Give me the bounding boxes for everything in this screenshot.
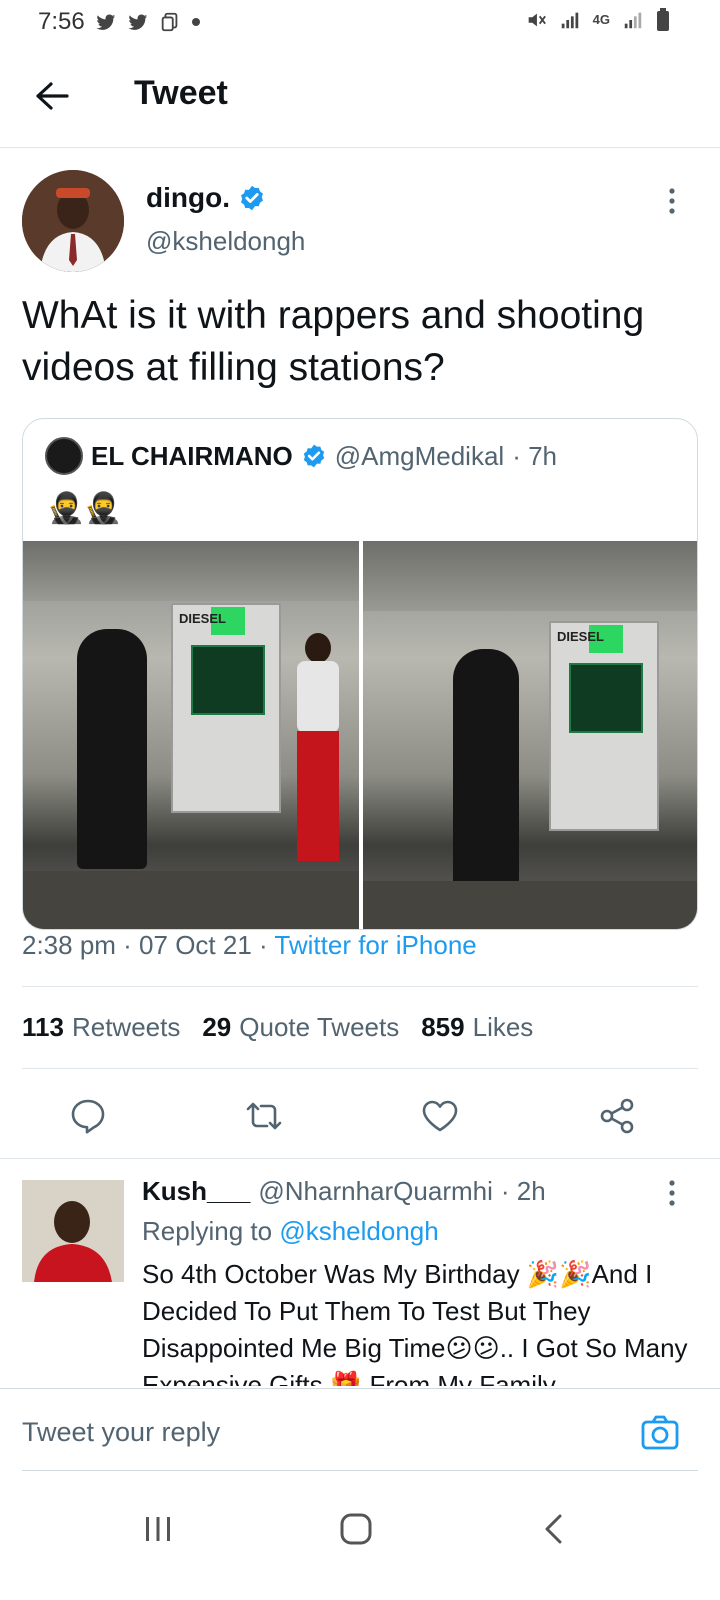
status-bar: 7:56 4G — [0, 0, 720, 44]
pump-label: DIESEL — [557, 629, 604, 644]
network-type: 4G — [592, 12, 610, 27]
reply-author-avatar[interactable] — [22, 1180, 124, 1282]
recents-icon — [146, 1517, 170, 1541]
avatar-portrait — [22, 170, 124, 272]
avatar-portrait — [22, 1180, 124, 1282]
author-avatar[interactable] — [22, 170, 124, 272]
author-name[interactable]: dingo. — [146, 182, 230, 214]
reply-input[interactable]: Tweet your reply — [22, 1417, 220, 1448]
camera-icon[interactable] — [640, 1413, 680, 1453]
replying-to-link[interactable]: @ksheldongh — [279, 1216, 438, 1246]
media-image-1[interactable]: DIESEL — [23, 541, 359, 929]
person-figure — [453, 649, 519, 911]
quoted-tweet-time: · 7h — [512, 440, 558, 471]
copy-notification-icon — [161, 12, 178, 32]
battery-icon — [657, 8, 669, 31]
tweet-stats: 113 Retweets 29 Quote Tweets 859 Likes — [22, 1012, 533, 1043]
quoted-author-handle: @AmgMedikal — [334, 440, 505, 471]
twitter-notification-icon — [128, 14, 147, 30]
pump-label: DIESEL — [179, 611, 226, 626]
tweet-actions — [0, 1088, 720, 1154]
page-title: Tweet — [134, 74, 228, 112]
status-time: 7:56 — [38, 8, 85, 35]
top-app-bar: Tweet — [0, 44, 720, 148]
person-figure — [293, 633, 343, 869]
home-icon — [340, 1513, 372, 1545]
reply-author-handle[interactable]: @NharnharQuarmhi — [258, 1176, 492, 1207]
person-figure — [77, 629, 147, 869]
like-icon[interactable] — [420, 1096, 460, 1136]
fuel-pump: DIESEL — [171, 603, 281, 813]
author-name-row[interactable]: dingo. — [146, 182, 266, 214]
system-nav-bar — [0, 1478, 720, 1600]
replying-to: Replying to @ksheldongh — [142, 1216, 439, 1247]
tweet-timestamp: 2:38 pm · 07 Oct 21 · — [22, 930, 275, 960]
quoted-tweet-media[interactable]: DIESEL DIESEL — [23, 541, 697, 929]
back-arrow-icon — [36, 82, 69, 110]
reply-time: · 2h — [500, 1176, 546, 1206]
back-icon — [545, 1514, 562, 1544]
composer-underline — [22, 1470, 698, 1471]
section-separator — [0, 1158, 720, 1159]
likes-stat[interactable]: 859 Likes — [421, 1012, 533, 1043]
retweets-stat[interactable]: 113 Retweets — [22, 1012, 180, 1043]
quoted-author-name: EL CHAIRMANO — [91, 440, 293, 471]
more-icon[interactable] — [660, 1178, 684, 1208]
twitter-notification-icon — [96, 14, 115, 30]
reply-composer[interactable]: Tweet your reply — [0, 1388, 720, 1472]
retweet-icon[interactable] — [244, 1096, 284, 1136]
tweet-text: WhAt is it with rappers and shooting vid… — [22, 294, 645, 389]
more-icon[interactable] — [660, 186, 684, 216]
reply-text: So 4th October Was My Birthday 🎉🎉And I D… — [142, 1259, 688, 1386]
divider — [22, 1068, 698, 1069]
quoted-tweet-card[interactable]: EL CHAIRMANO @AmgMedikal · 7h 🥷🥷 DIESEL — [22, 418, 698, 930]
home-button[interactable] — [326, 1504, 386, 1554]
nav-back-button[interactable] — [524, 1504, 584, 1554]
mute-icon — [528, 13, 546, 27]
share-icon[interactable] — [598, 1096, 638, 1136]
quote-tweets-stat[interactable]: 29 Quote Tweets — [202, 1012, 399, 1043]
verified-icon — [303, 444, 324, 468]
reply-author-name[interactable]: Kush___ — [142, 1176, 250, 1207]
quoted-tweet-text: 🥷🥷 — [47, 492, 122, 525]
tweet-meta: 2:38 pm · 07 Oct 21 · Twitter for iPhone — [22, 930, 477, 961]
dot-icon — [191, 18, 200, 26]
signal-icon — [561, 12, 578, 29]
divider — [22, 986, 698, 987]
reply-icon[interactable] — [68, 1096, 108, 1136]
fuel-pump: DIESEL — [549, 621, 659, 831]
tweet-source-link[interactable]: Twitter for iPhone — [274, 930, 476, 960]
verified-icon — [241, 185, 263, 211]
media-image-2[interactable]: DIESEL — [363, 541, 697, 929]
author-handle[interactable]: @ksheldongh — [146, 226, 305, 257]
signal-icon — [624, 12, 642, 29]
recents-button[interactable] — [128, 1504, 188, 1554]
quoted-tweet-header: EL CHAIRMANO @AmgMedikal · 7h — [45, 437, 557, 475]
quoted-author-avatar — [45, 437, 83, 475]
reply-header: Kush___ @NharnharQuarmhi · 2h — [142, 1176, 546, 1207]
back-button[interactable] — [30, 74, 74, 118]
replying-prefix: Replying to — [142, 1216, 280, 1246]
